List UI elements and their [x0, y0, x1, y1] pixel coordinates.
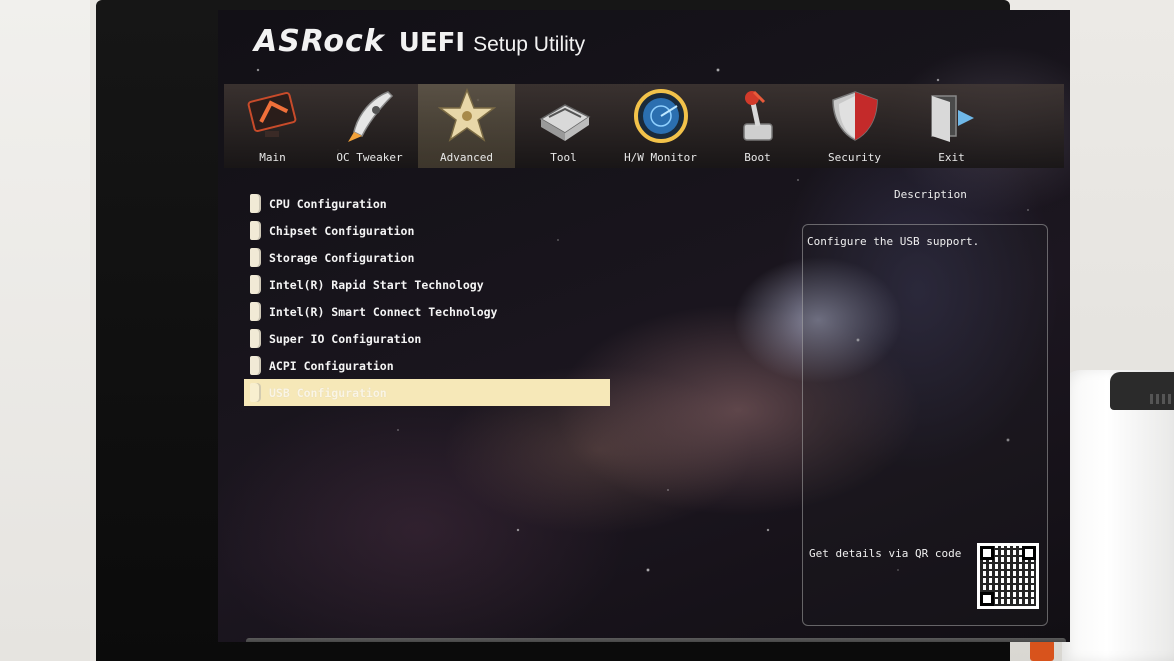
- orange-plug: [1030, 640, 1054, 661]
- folder-icon: [250, 275, 261, 294]
- menu-item-smart-connect[interactable]: Intel(R) Smart Connect Technology: [244, 298, 610, 325]
- folder-icon: [250, 221, 261, 240]
- tab-label: Advanced: [440, 151, 493, 164]
- exit-door-icon: [923, 88, 981, 144]
- tab-exit[interactable]: Exit: [903, 84, 1000, 168]
- description-panel: Configure the USB support. Get details v…: [802, 224, 1048, 626]
- asrock-logo: ASRock UEFI Setup Utility: [254, 24, 585, 59]
- qr-finder: [980, 546, 994, 560]
- tab-label: OC Tweaker: [336, 151, 403, 164]
- menu-item-label: Intel(R) Smart Connect Technology: [269, 304, 498, 319]
- toolbox-icon: [535, 88, 593, 144]
- advanced-menu: CPU Configuration Chipset Configuration …: [244, 190, 610, 406]
- menu-item-cpu-configuration[interactable]: CPU Configuration: [244, 190, 610, 217]
- menu-item-rapid-start[interactable]: Intel(R) Rapid Start Technology: [244, 271, 610, 298]
- description-text: Configure the USB support.: [807, 235, 980, 248]
- tab-label: Main: [259, 151, 286, 164]
- menu-item-storage-configuration[interactable]: Storage Configuration: [244, 244, 610, 271]
- tab-boot[interactable]: Boot: [709, 84, 806, 168]
- menu-item-label: Intel(R) Rapid Start Technology: [269, 277, 484, 292]
- uefi-screen: ASRock UEFI Setup Utility Main OC Tweake…: [218, 10, 1070, 642]
- folder-icon: [250, 194, 261, 213]
- description-title: Description: [894, 188, 967, 201]
- logo-brand: ASRock: [254, 24, 385, 59]
- menu-item-label: CPU Configuration: [269, 196, 387, 211]
- tab-label: H/W Monitor: [624, 151, 697, 164]
- menu-item-super-io-configuration[interactable]: Super IO Configuration: [244, 325, 610, 352]
- star-icon: [437, 88, 496, 144]
- monitor-icon: [244, 88, 302, 144]
- folder-icon: [250, 302, 261, 321]
- tab-label: Exit: [938, 151, 965, 164]
- tab-oc-tweaker[interactable]: OC Tweaker: [321, 84, 418, 168]
- menu-item-acpi-configuration[interactable]: ACPI Configuration: [244, 352, 610, 379]
- menu-item-chipset-configuration[interactable]: Chipset Configuration: [244, 217, 610, 244]
- qr-label: Get details via QR code: [809, 547, 962, 560]
- shield-icon: [826, 88, 884, 144]
- menu-item-label: Storage Configuration: [269, 250, 415, 265]
- folder-icon: [250, 383, 261, 402]
- tab-label: Tool: [550, 151, 577, 164]
- tab-advanced[interactable]: Advanced: [418, 84, 515, 168]
- folder-icon: [250, 329, 261, 348]
- menu-item-label: ACPI Configuration: [269, 358, 394, 373]
- joystick-icon: [729, 88, 787, 144]
- tab-tool[interactable]: Tool: [515, 84, 612, 168]
- logo-product: UEFI: [398, 28, 466, 58]
- qr-finder: [1022, 546, 1036, 560]
- qr-finder: [980, 592, 994, 606]
- folder-icon: [250, 356, 261, 375]
- tab-hw-monitor[interactable]: H/W Monitor: [612, 84, 709, 168]
- bottom-bar: [246, 638, 1066, 642]
- speaker: [1062, 370, 1174, 661]
- qr-code[interactable]: [977, 543, 1039, 609]
- rocket-icon: [341, 88, 399, 144]
- tab-label: Boot: [744, 151, 771, 164]
- speaker-top: [1110, 372, 1174, 410]
- monitor-bezel: ASRock UEFI Setup Utility Main OC Tweake…: [96, 0, 1070, 661]
- menu-item-usb-configuration[interactable]: USB Configuration: [244, 379, 610, 406]
- menu-item-label: Chipset Configuration: [269, 223, 415, 238]
- tab-security[interactable]: Security: [806, 84, 903, 168]
- top-navigation: Main OC Tweaker Advanced Tool H/W Monito…: [224, 84, 1064, 168]
- menu-item-label: Super IO Configuration: [269, 331, 422, 346]
- logo-subtitle: Setup Utility: [473, 33, 586, 56]
- folder-icon: [250, 248, 261, 267]
- menu-item-label: USB Configuration: [269, 385, 387, 400]
- background-wall-left: [0, 0, 90, 661]
- tab-label: Security: [828, 151, 881, 164]
- radar-icon: [632, 88, 690, 144]
- tab-main[interactable]: Main: [224, 84, 321, 168]
- speaker-grille: [1150, 394, 1174, 404]
